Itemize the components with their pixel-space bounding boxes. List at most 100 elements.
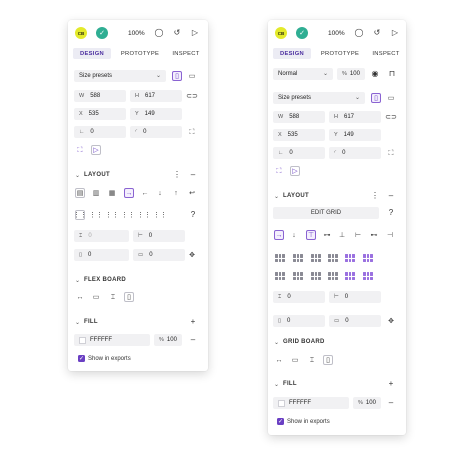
grid-preset-9-icon[interactable] <box>311 272 321 280</box>
grid-preset-8-icon[interactable] <box>293 272 303 280</box>
board-fill-width-icon[interactable]: ↔ <box>75 292 85 302</box>
remove-fill-icon[interactable]: – <box>386 398 396 408</box>
grid-preset-4-icon[interactable] <box>328 254 338 262</box>
justify-center-icon[interactable]: ⊷ <box>369 230 379 240</box>
grid-preset-2-icon[interactable] <box>293 254 303 262</box>
rotation-field[interactable]: ∟ 0 <box>74 126 126 138</box>
fill-opacity-field[interactable]: % 100 <box>154 334 182 346</box>
x-field[interactable]: X 535 <box>273 129 325 141</box>
clip-content-icon[interactable]: ▷ <box>91 145 101 155</box>
y-field[interactable]: Y 149 <box>130 108 182 120</box>
direction-up-icon[interactable]: ↑ <box>171 188 181 198</box>
board-fill-height-icon[interactable]: ⌶ <box>307 355 317 365</box>
help-icon[interactable]: ? <box>188 210 198 220</box>
board-absolute-icon[interactable]: ▯ <box>323 355 333 365</box>
add-fill-icon[interactable]: + <box>188 317 198 327</box>
independent-padding-icon[interactable]: ✥ <box>187 250 197 260</box>
show-in-exports-checkbox[interactable]: ✓ <box>78 355 85 362</box>
status-check-icon[interactable]: ✓ <box>296 27 308 39</box>
tab-inspect[interactable]: INSPECT <box>169 48 203 59</box>
remove-layout-icon[interactable]: – <box>188 170 198 180</box>
direction-right-icon[interactable]: → <box>124 188 134 198</box>
align-stretch-icon[interactable]: ▦ <box>107 188 117 198</box>
width-field[interactable]: W 588 <box>74 90 126 102</box>
visibility-eye-icon[interactable]: ◉ <box>370 69 380 79</box>
add-fill-icon[interactable]: + <box>386 379 396 389</box>
y-field[interactable]: Y 149 <box>329 129 381 141</box>
comments-icon[interactable]: ◯ <box>354 28 364 38</box>
blend-mode-dropdown[interactable]: Normal ⌄ <box>273 68 333 80</box>
show-in-exports-checkbox[interactable]: ✓ <box>277 418 284 425</box>
flex-board-collapse-chevron-icon[interactable]: ⌄ <box>75 277 80 284</box>
layer-opacity-field[interactable]: % 100 <box>337 68 365 80</box>
grid-preset-12-icon[interactable] <box>363 272 373 280</box>
padding-horizontal-field[interactable]: ▭ 0 <box>133 249 185 261</box>
grid-preset-1-icon[interactable] <box>275 254 285 262</box>
history-icon[interactable]: ↺ <box>372 28 382 38</box>
wrap-icon[interactable]: ↩ <box>187 188 197 198</box>
x-field[interactable]: X 535 <box>74 108 126 120</box>
status-check-icon[interactable]: ✓ <box>96 27 108 39</box>
fill-color-field[interactable]: FFFFFF <box>74 334 150 346</box>
padding-vertical-field[interactable]: ▯ 0 <box>74 249 129 261</box>
column-gap-field[interactable]: ⊢ 0 <box>329 291 381 303</box>
size-presets-dropdown[interactable]: Size presets ⌄ <box>74 70 166 82</box>
justify-between-icon[interactable]: ⋮⋮ <box>121 210 135 220</box>
landscape-orientation-icon[interactable]: ▭ <box>386 93 396 103</box>
landscape-orientation-icon[interactable]: ▭ <box>187 71 197 81</box>
fill-collapse-chevron-icon[interactable]: ⌄ <box>274 381 279 388</box>
fit-content-icon[interactable]: ⛶ <box>274 166 284 176</box>
row-gap-field[interactable]: ⌶ 0 <box>74 230 129 242</box>
align-space-icon[interactable]: ▥ <box>91 188 101 198</box>
remove-fill-icon[interactable]: – <box>188 335 198 345</box>
tab-prototype[interactable]: PROTOTYPE <box>117 48 163 59</box>
layout-collapse-chevron-icon[interactable]: ⌄ <box>75 172 80 179</box>
lock-proportions-icon[interactable]: ⊂⊃ <box>385 112 397 122</box>
history-icon[interactable]: ↺ <box>172 28 182 38</box>
board-fill-width-icon[interactable]: ↔ <box>274 355 284 365</box>
justify-around-icon[interactable]: ⋮⋮ <box>137 210 151 220</box>
zoom-level[interactable]: 100% <box>128 30 145 37</box>
lock-icon[interactable]: ⊓ <box>387 69 397 79</box>
width-field[interactable]: W 588 <box>273 111 325 123</box>
tab-inspect[interactable]: INSPECT <box>369 48 403 59</box>
column-gap-field[interactable]: ⊢ 0 <box>133 230 185 242</box>
grid-preset-5-icon[interactable] <box>345 254 355 262</box>
user-avatar[interactable]: CB <box>75 27 87 39</box>
portrait-orientation-icon[interactable]: ▯ <box>172 71 182 81</box>
grid-preset-6-icon[interactable] <box>363 254 373 262</box>
help-icon[interactable]: ? <box>386 208 396 218</box>
justify-end-icon[interactable]: ⊣ <box>385 230 395 240</box>
remove-layout-icon[interactable]: – <box>386 191 396 201</box>
board-fill-height-icon[interactable]: ⌶ <box>108 292 118 302</box>
tab-prototype[interactable]: PROTOTYPE <box>317 48 363 59</box>
portrait-orientation-icon[interactable]: ▯ <box>371 93 381 103</box>
clip-content-icon[interactable]: ▷ <box>290 166 300 176</box>
size-presets-dropdown[interactable]: Size presets ⌄ <box>273 92 365 104</box>
comments-icon[interactable]: ◯ <box>154 28 164 38</box>
more-options-icon[interactable]: ⋮ <box>370 191 380 201</box>
direction-down-icon[interactable]: ↓ <box>155 188 165 198</box>
align-bottom-icon[interactable]: ⊥ <box>337 230 347 240</box>
tab-design[interactable]: DESIGN <box>73 48 111 59</box>
justify-end-icon[interactable]: ⋮⋮ <box>105 210 119 220</box>
play-icon[interactable]: ▷ <box>190 28 200 38</box>
justify-start-icon[interactable]: ⋮⋮ <box>73 210 87 220</box>
align-wrap-icon[interactable]: ▤ <box>75 188 85 198</box>
radius-field[interactable]: ◜ 0 <box>329 147 381 159</box>
justify-center-icon[interactable]: ⋮⋮ <box>89 210 103 220</box>
board-absolute-icon[interactable]: ▯ <box>124 292 134 302</box>
grid-preset-10-icon[interactable] <box>328 272 338 280</box>
zoom-level[interactable]: 100% <box>328 30 345 37</box>
height-field[interactable]: H 617 <box>329 111 381 123</box>
user-avatar[interactable]: CB <box>275 27 287 39</box>
direction-row-icon[interactable]: → <box>274 230 284 240</box>
padding-vertical-field[interactable]: ▯ 0 <box>273 315 325 327</box>
independent-corners-icon[interactable]: ⛶ <box>386 148 396 158</box>
fit-content-icon[interactable]: ⛶ <box>75 145 85 155</box>
rotation-field[interactable]: ∟ 0 <box>273 147 325 159</box>
radius-field[interactable]: ◜ 0 <box>130 126 182 138</box>
grid-preset-7-icon[interactable] <box>275 272 285 280</box>
justify-start-icon[interactable]: ⊢ <box>353 230 363 240</box>
independent-padding-icon[interactable]: ✥ <box>386 316 396 326</box>
